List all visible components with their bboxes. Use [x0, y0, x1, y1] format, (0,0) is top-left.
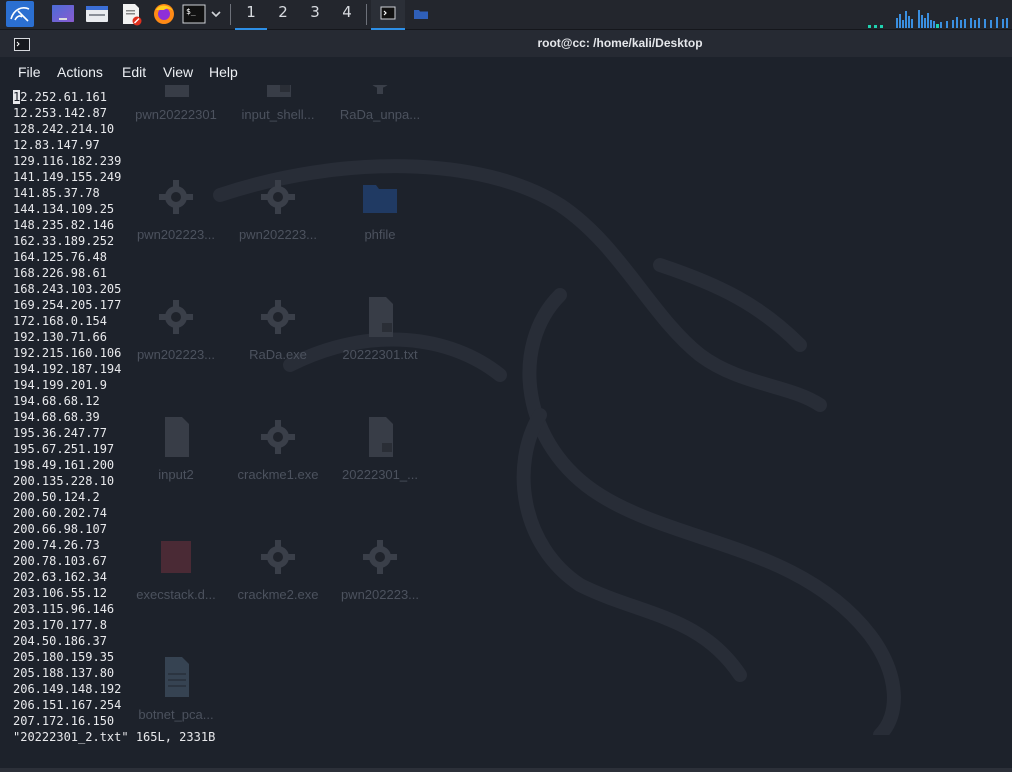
- terminal-line: 203.115.96.146: [13, 602, 115, 616]
- menu-file[interactable]: File: [18, 62, 41, 82]
- terminal-line: 194.199.201.9: [13, 378, 107, 392]
- terminal-line: 200.74.26.73: [13, 538, 100, 552]
- window-title: root@cc: /home/kali/Desktop: [537, 36, 703, 50]
- terminal-line: 205.188.137.80: [13, 666, 115, 680]
- menu-actions[interactable]: Actions: [57, 62, 103, 82]
- terminal-line: 200.135.228.10: [13, 474, 115, 488]
- taskbar-separator: [230, 4, 231, 25]
- file-manager-icon[interactable]: [84, 2, 110, 26]
- terminal-line: 128.242.214.10: [13, 122, 115, 136]
- terminal-line: 207.172.16.150: [13, 714, 115, 728]
- terminal-line: 202.63.162.34: [13, 570, 107, 584]
- text-editor-icon[interactable]: [118, 2, 144, 26]
- terminal-line: 164.125.76.48: [13, 250, 107, 264]
- kali-menu-icon[interactable]: [6, 1, 34, 27]
- cpu-network-monitor-graph: [868, 10, 1008, 28]
- chevron-down-icon[interactable]: [209, 2, 223, 26]
- terminal-icon: [380, 6, 396, 20]
- firefox-icon[interactable]: [151, 2, 177, 26]
- terminal-line: 206.151.167.254: [13, 698, 122, 712]
- terminal-line: 198.49.161.200: [13, 458, 115, 472]
- task-terminal-window[interactable]: [371, 0, 405, 30]
- terminal-line: 203.170.177.8: [13, 618, 107, 632]
- menu-help[interactable]: Help: [209, 62, 238, 82]
- terminal-line: 144.134.109.25: [13, 202, 115, 216]
- terminal-line: 141.149.155.249: [13, 170, 122, 184]
- terminal-line: 194.68.68.39: [13, 410, 100, 424]
- terminal-line: 200.60.202.74: [13, 506, 107, 520]
- task-folder-window-icon[interactable]: [410, 2, 432, 26]
- terminal-line: 195.36.247.77: [13, 426, 107, 440]
- workspace-3-button[interactable]: 3: [299, 0, 331, 28]
- terminal-line: 12.83.147.97: [13, 138, 100, 152]
- terminal-line: 12.252.61.161: [13, 89, 1003, 105]
- terminal-line: 129.116.182.239: [13, 154, 122, 168]
- terminal-line: 168.226.98.61: [13, 266, 107, 280]
- workspace-2-button[interactable]: 2: [267, 0, 299, 28]
- terminal-line: 200.66.98.107: [13, 522, 107, 536]
- taskbar-separator: [366, 4, 367, 25]
- terminal-line-text: 2.252.61.161: [20, 90, 107, 104]
- terminal-line: 205.180.159.35: [13, 650, 115, 664]
- terminal-line: 200.78.103.67: [13, 554, 107, 568]
- terminal-line: 12.253.142.87: [13, 106, 107, 120]
- terminal-text-area[interactable]: 12.252.61.161 12.253.142.87 128.242.214.1…: [13, 89, 1003, 745]
- terminal-line: 192.130.71.66: [13, 330, 107, 344]
- terminal-line: 194.68.68.12: [13, 394, 100, 408]
- svg-text:$_: $_: [186, 7, 196, 16]
- terminal-line: 194.192.187.194: [13, 362, 122, 376]
- terminal-line: 172.168.0.154: [13, 314, 107, 328]
- terminal-line: 200.50.124.2: [13, 490, 100, 504]
- menu-edit[interactable]: Edit: [122, 62, 146, 82]
- terminal-launcher-icon[interactable]: $_: [182, 2, 206, 26]
- terminal-line: 162.33.189.252: [13, 234, 115, 248]
- terminal-line: 169.254.205.177: [13, 298, 122, 312]
- vim-status-line: "20222301_2.txt" 165L, 2331B: [13, 730, 216, 744]
- terminal-line: 203.106.55.12: [13, 586, 107, 600]
- terminal-line: 195.67.251.197: [13, 442, 115, 456]
- show-desktop-icon[interactable]: [50, 2, 76, 26]
- terminal-line: 206.149.148.192: [13, 682, 122, 696]
- taskbar: $_ 1234: [0, 0, 1012, 30]
- terminal-line: 168.243.103.205: [13, 282, 122, 296]
- menu-view[interactable]: View: [163, 62, 193, 82]
- terminal-line: 148.235.82.146: [13, 218, 115, 232]
- window-bottom-border: [0, 768, 1012, 772]
- terminal-line: 204.50.186.37: [13, 634, 107, 648]
- terminal-line: 141.85.37.78: [13, 186, 100, 200]
- workspace-4-button[interactable]: 4: [331, 0, 363, 28]
- terminal-line: 192.215.160.106: [13, 346, 122, 360]
- workspace-1-button[interactable]: 1: [235, 0, 267, 30]
